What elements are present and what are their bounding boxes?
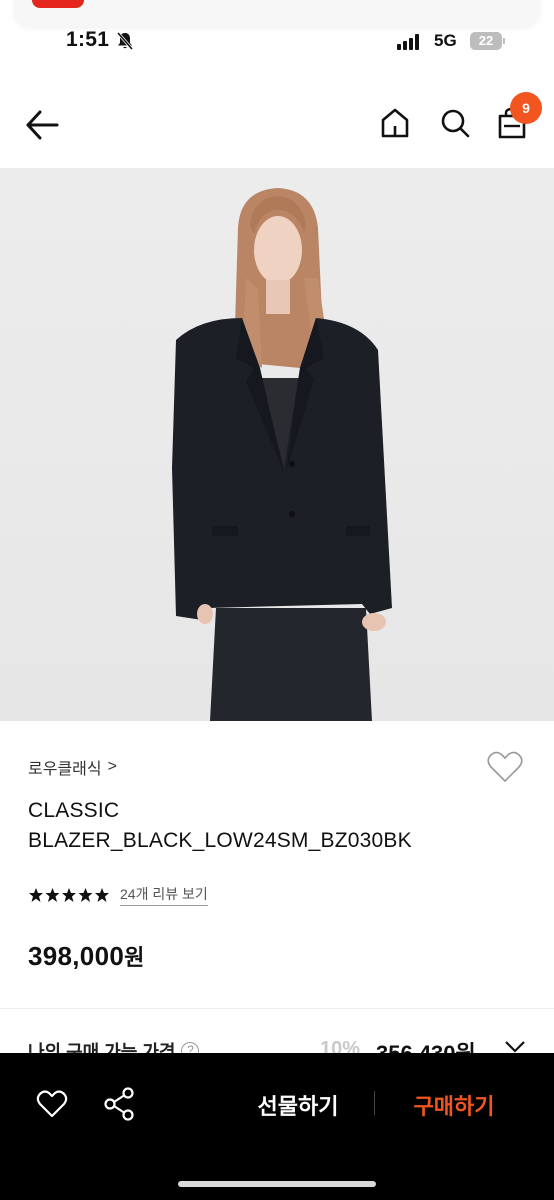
home-icon[interactable] xyxy=(378,106,412,145)
search-icon[interactable] xyxy=(438,106,472,145)
product-price: 398,000원 xyxy=(28,940,145,972)
brand-link[interactable]: 로우클래식 > xyxy=(28,755,117,779)
bottom-action-bar: 선물하기 구매하기 xyxy=(0,1053,554,1200)
heart-outline-icon[interactable] xyxy=(36,1089,68,1124)
product-title-line1: CLASSIC xyxy=(28,799,120,822)
network-type: 5G xyxy=(434,31,457,50)
signal-strength-icon xyxy=(397,34,419,50)
price-unit: 원 xyxy=(124,945,145,970)
top-navigation: 9 xyxy=(0,90,554,160)
notification-app-tab xyxy=(32,0,84,8)
notification-card[interactable] xyxy=(14,0,540,26)
notification-banner[interactable] xyxy=(0,0,554,28)
back-arrow-icon[interactable] xyxy=(24,108,60,147)
gift-button[interactable]: 선물하기 xyxy=(240,1089,356,1121)
section-divider xyxy=(0,1008,554,1009)
rating-row: 24개 리뷰 보기 xyxy=(28,884,208,906)
product-title-line2: BLAZER_BLACK_LOW24SM_BZ030BK xyxy=(28,829,412,852)
battery-level: 22 xyxy=(470,32,502,50)
brand-name: 로우클래식 xyxy=(28,761,102,778)
cart-count-badge[interactable]: 9 xyxy=(510,92,542,124)
status-time: 1:51 xyxy=(66,28,110,51)
buy-button[interactable]: 구매하기 xyxy=(396,1089,512,1121)
battery-icon: 22 xyxy=(470,32,506,50)
review-link[interactable]: 24개 리뷰 보기 xyxy=(120,884,208,906)
home-indicator[interactable] xyxy=(178,1181,376,1187)
button-divider xyxy=(374,1091,375,1115)
model-wearing-blazer-image xyxy=(172,188,392,721)
heart-outline-icon[interactable] xyxy=(486,750,524,789)
star-rating xyxy=(28,887,110,903)
product-title: CLASSIC BLAZER_BLACK_LOW24SM_BZ030BK xyxy=(28,796,412,856)
share-icon[interactable] xyxy=(104,1087,136,1126)
star-icon xyxy=(29,888,109,902)
price-number: 398,000 xyxy=(28,941,125,971)
status-bar: 1:51 5G 22 xyxy=(0,28,554,58)
bell-slash-icon xyxy=(116,31,134,56)
product-image[interactable] xyxy=(0,168,554,721)
chevron-right-icon: > xyxy=(107,758,117,775)
